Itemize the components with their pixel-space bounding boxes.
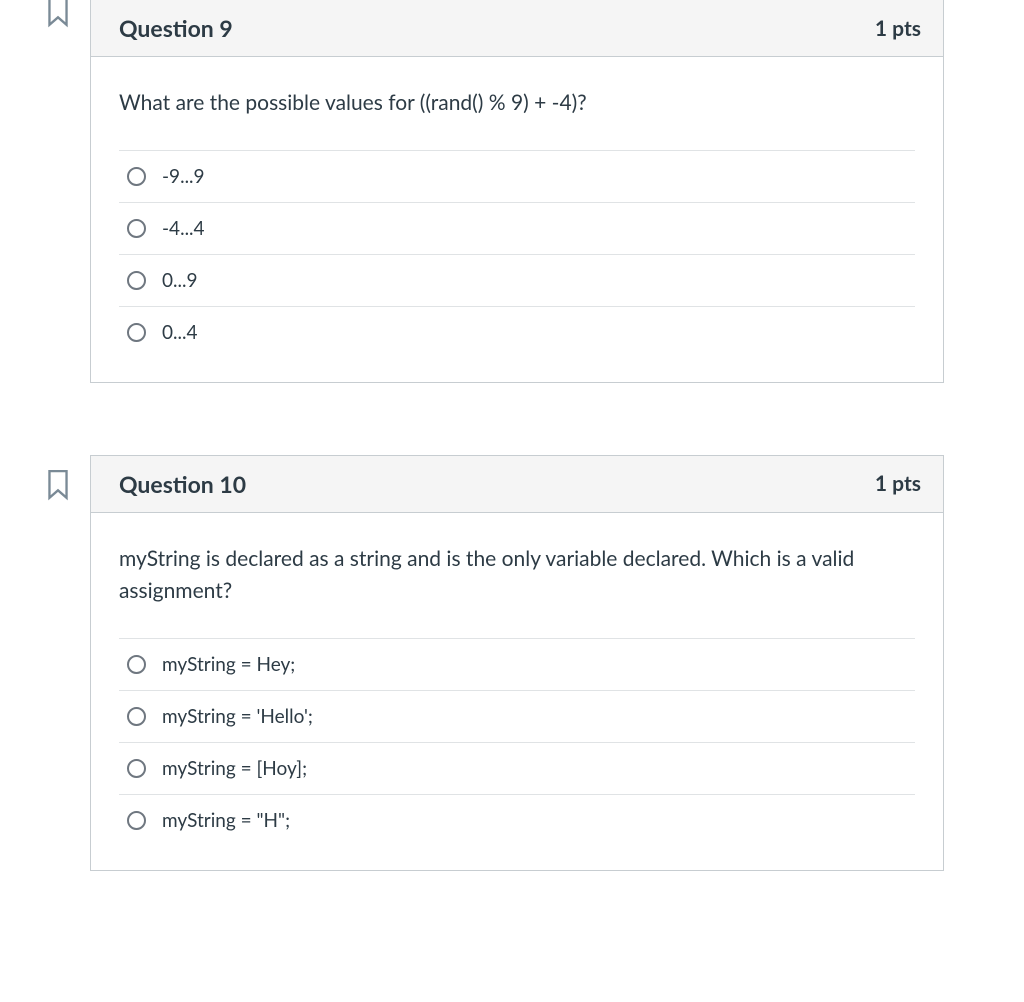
answer-list: -9...9 -4...4 0...9 0...4	[119, 150, 915, 358]
answer-list: myString = Hey; myString = 'Hello'; mySt…	[119, 638, 915, 846]
radio-icon[interactable]	[127, 323, 146, 342]
radio-icon[interactable]	[127, 759, 146, 778]
question-card: Question 10 1 pts myString is declared a…	[90, 455, 944, 871]
question-prompt: myString is declared as a string and is …	[119, 543, 915, 608]
answer-option[interactable]: myString = [Hoy];	[119, 742, 915, 794]
quiz-page: Question 9 1 pts What are the possible v…	[0, 0, 1024, 891]
bookmark-icon[interactable]	[45, 469, 71, 501]
answer-text: 0...4	[162, 321, 198, 344]
question-row: Question 9 1 pts What are the possible v…	[0, 0, 1024, 383]
question-header: Question 10 1 pts	[91, 456, 943, 513]
radio-icon[interactable]	[127, 167, 146, 186]
answer-option[interactable]: myString = 'Hello';	[119, 690, 915, 742]
answer-text: -4...4	[162, 217, 205, 240]
answer-text: 0...9	[162, 269, 198, 292]
answer-text: myString = "H";	[162, 809, 290, 832]
question-prompt: What are the possible values for ((rand(…	[119, 87, 915, 120]
question-body: myString is declared as a string and is …	[91, 513, 943, 870]
question-row: Question 10 1 pts myString is declared a…	[0, 455, 1024, 871]
answer-text: myString = 'Hello';	[162, 705, 313, 728]
answer-option[interactable]: 0...9	[119, 254, 915, 306]
radio-icon[interactable]	[127, 655, 146, 674]
question-points: 1 pts	[875, 471, 921, 496]
answer-option[interactable]: -4...4	[119, 202, 915, 254]
answer-text: myString = [Hoy];	[162, 757, 307, 780]
bookmark-icon[interactable]	[45, 0, 71, 28]
question-title: Question 9	[119, 14, 233, 42]
radio-icon[interactable]	[127, 219, 146, 238]
answer-option[interactable]: myString = Hey;	[119, 638, 915, 690]
answer-option[interactable]: myString = "H";	[119, 794, 915, 846]
answer-option[interactable]: -9...9	[119, 150, 915, 202]
radio-icon[interactable]	[127, 811, 146, 830]
question-body: What are the possible values for ((rand(…	[91, 57, 943, 382]
question-title: Question 10	[119, 470, 246, 498]
answer-option[interactable]: 0...4	[119, 306, 915, 358]
radio-icon[interactable]	[127, 271, 146, 290]
spacer	[0, 383, 1024, 455]
question-points: 1 pts	[875, 16, 921, 41]
answer-text: myString = Hey;	[162, 653, 295, 676]
radio-icon[interactable]	[127, 707, 146, 726]
question-card: Question 9 1 pts What are the possible v…	[90, 0, 944, 383]
answer-text: -9...9	[162, 165, 205, 188]
question-header: Question 9 1 pts	[91, 0, 943, 57]
